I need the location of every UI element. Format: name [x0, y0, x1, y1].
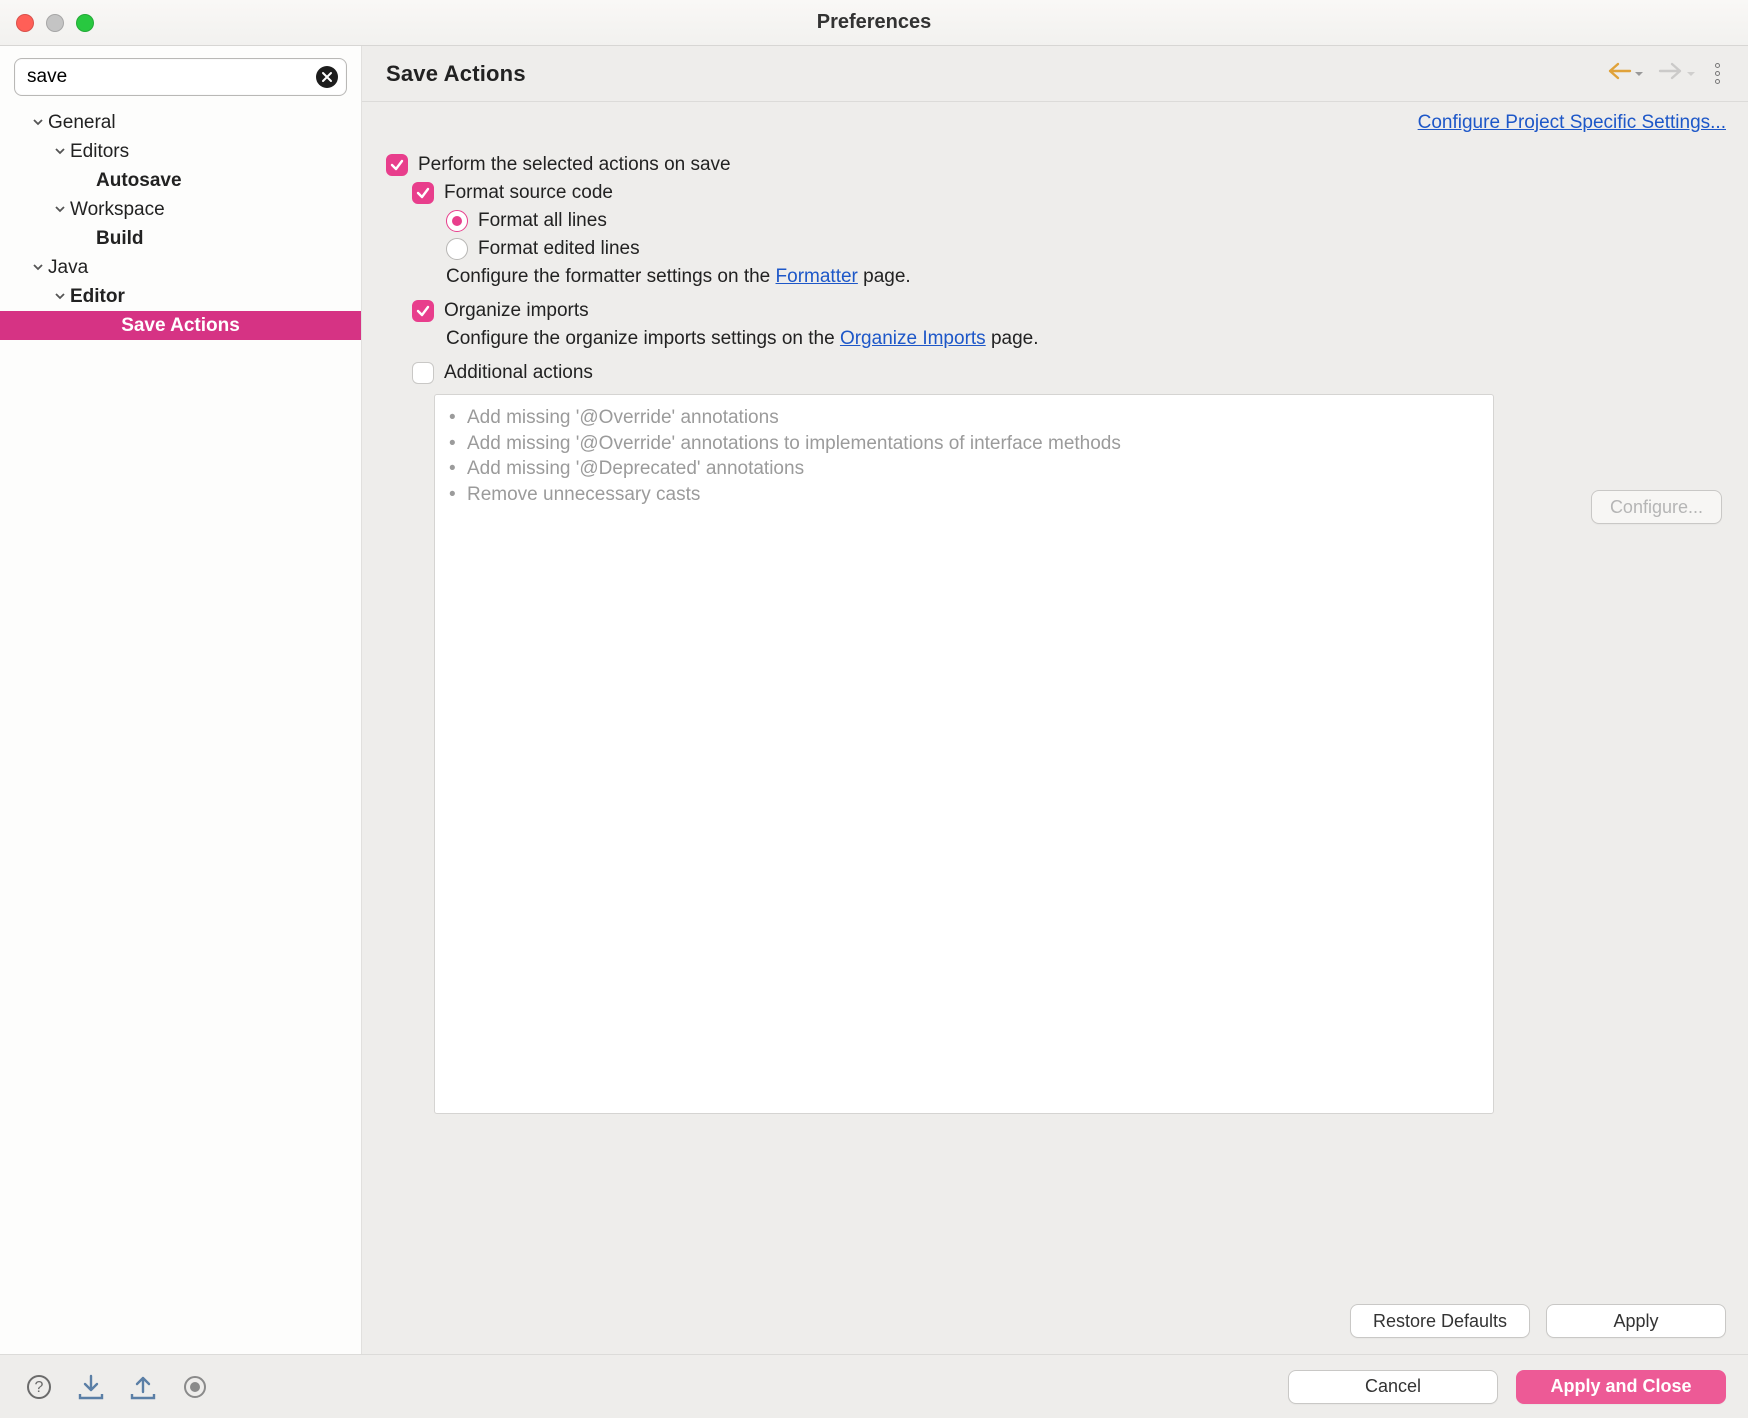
clear-search-icon[interactable] — [316, 66, 338, 88]
chevron-down-icon[interactable] — [50, 144, 70, 160]
tree-label: Autosave — [96, 170, 182, 192]
window-title: Preferences — [0, 11, 1748, 34]
apply-and-close-button[interactable]: Apply and Close — [1516, 1370, 1726, 1404]
perform-on-save-checkbox[interactable] — [386, 154, 408, 176]
oomph-record-icon[interactable] — [178, 1370, 212, 1404]
content-button-bar: Restore Defaults Apply — [362, 1288, 1748, 1354]
tree-label: Build — [96, 228, 144, 250]
additional-actions-label: Additional actions — [444, 362, 593, 384]
search-field[interactable] — [14, 58, 347, 96]
tree-item-java[interactable]: Java — [0, 253, 361, 282]
configure-additional-button: Configure... — [1591, 490, 1722, 524]
list-item: Add missing '@Deprecated' annotations — [449, 456, 1479, 482]
formatter-link[interactable]: Formatter — [776, 266, 858, 287]
titlebar: Preferences — [0, 0, 1748, 46]
tree-label: Editors — [70, 141, 129, 163]
chevron-down-icon[interactable] — [50, 289, 70, 305]
tree-item-build[interactable]: Build — [0, 224, 361, 253]
content-pane: Save Actions Configure Project Specific … — [362, 46, 1748, 1354]
tree-item-autosave[interactable]: Autosave — [0, 166, 361, 195]
tree-item-workspace[interactable]: Workspace — [0, 195, 361, 224]
project-settings-link[interactable]: Configure Project Specific Settings... — [1418, 112, 1726, 134]
tree-item-editors[interactable]: Editors — [0, 137, 361, 166]
view-menu-icon[interactable] — [1706, 61, 1728, 87]
restore-defaults-button[interactable]: Restore Defaults — [1350, 1304, 1530, 1338]
import-icon[interactable] — [74, 1370, 108, 1404]
search-input[interactable] — [27, 66, 310, 88]
list-item: Add missing '@Override' annotations — [449, 405, 1479, 431]
organize-imports-checkbox[interactable] — [412, 300, 434, 322]
tree-label: Java — [48, 257, 88, 279]
tree-item-editor[interactable]: Editor — [0, 282, 361, 311]
format-source-checkbox[interactable] — [412, 182, 434, 204]
tree-item-general[interactable]: General — [0, 108, 361, 137]
format-source-label: Format source code — [444, 182, 613, 204]
format-edited-lines-radio[interactable] — [446, 238, 468, 260]
nav-forward-icon — [1654, 61, 1684, 87]
apply-button[interactable]: Apply — [1546, 1304, 1726, 1338]
formatter-hint: Configure the formatter settings on the … — [446, 266, 1724, 288]
organize-hint: Configure the organize imports settings … — [446, 328, 1724, 350]
page-title: Save Actions — [386, 61, 526, 87]
chevron-down-icon[interactable] — [28, 115, 48, 131]
nav-forward-menu-icon — [1684, 63, 1696, 85]
chevron-down-icon[interactable] — [28, 260, 48, 276]
chevron-down-icon[interactable] — [50, 202, 70, 218]
additional-actions-checkbox[interactable] — [412, 362, 434, 384]
export-icon[interactable] — [126, 1370, 160, 1404]
additional-actions-list: Add missing '@Override' annotations Add … — [434, 394, 1494, 1114]
nav-back-icon[interactable] — [1602, 61, 1632, 87]
organize-imports-label: Organize imports — [444, 300, 589, 322]
tree-label: Save Actions — [0, 315, 361, 337]
tree-item-save-actions[interactable]: Save Actions — [0, 311, 361, 340]
perform-on-save-label: Perform the selected actions on save — [418, 154, 731, 176]
content-header: Save Actions — [362, 46, 1748, 102]
preferences-tree: General Editors Autosave Workspace Build — [0, 104, 361, 340]
tree-label: Editor — [70, 286, 125, 308]
format-edited-lines-label: Format edited lines — [478, 238, 640, 260]
dialog-footer: ? Cancel Apply and Close — [0, 1354, 1748, 1418]
sidebar: General Editors Autosave Workspace Build — [0, 46, 362, 1354]
help-icon[interactable]: ? — [22, 1370, 56, 1404]
tree-label: General — [48, 112, 116, 134]
cancel-button[interactable]: Cancel — [1288, 1370, 1498, 1404]
format-all-lines-radio[interactable] — [446, 210, 468, 232]
format-all-lines-label: Format all lines — [478, 210, 607, 232]
svg-text:?: ? — [35, 1379, 44, 1396]
nav-back-menu-icon[interactable] — [1632, 63, 1644, 85]
tree-label: Workspace — [70, 199, 165, 221]
list-item: Remove unnecessary casts — [449, 482, 1479, 508]
organize-imports-link[interactable]: Organize Imports — [840, 328, 986, 349]
list-item: Add missing '@Override' annotations to i… — [449, 431, 1479, 457]
